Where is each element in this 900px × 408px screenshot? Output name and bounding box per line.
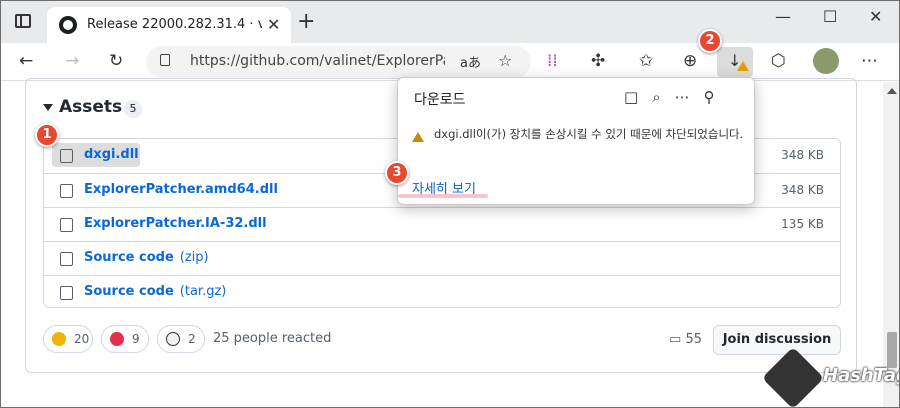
address-url[interactable]: https://github.com/valinet/ExplorerPatc.… (190, 53, 445, 69)
maximize-button[interactable]: ☐ (823, 7, 837, 26)
collapse-triangle-icon[interactable] (43, 103, 53, 111)
step-badge: 2 (698, 29, 722, 53)
new-tab-button[interactable]: + (297, 9, 315, 34)
downloads-actions: □⌕⋯⚲ (624, 88, 729, 106)
step-badge: 1 (35, 123, 59, 147)
scrollbar[interactable] (883, 82, 899, 407)
asset-link[interactable]: ExplorerPatcher.amd64.dll (84, 182, 284, 197)
package-icon (60, 184, 73, 198)
collections-icon[interactable]: ⊕ (683, 51, 697, 71)
scroll-up-icon[interactable] (887, 88, 897, 94)
address-bar[interactable]: https://github.com/valinet/ExplorerPatc.… (146, 46, 531, 78)
profile-avatar[interactable] (813, 48, 839, 74)
heart-icon (110, 332, 124, 346)
thumbs-up-icon (52, 332, 66, 346)
forward-icon[interactable]: → (65, 51, 79, 71)
asset-row[interactable]: Source code (zip) (44, 241, 840, 275)
asset-size: 135 KB (781, 217, 824, 231)
asset-link[interactable]: dxgi.dll (84, 147, 145, 162)
reaction-thumbs-up[interactable]: 20 (43, 325, 93, 353)
step-badge: 3 (385, 161, 409, 185)
downloads-button[interactable]: ↓ (717, 47, 753, 77)
more-menu-icon[interactable]: ⋯ (861, 51, 878, 71)
reaction-eyes[interactable]: 2 (157, 325, 205, 353)
eyes-icon (166, 332, 180, 346)
minimize-button[interactable]: — (775, 7, 791, 26)
back-icon[interactable]: ← (19, 51, 33, 71)
file-zip-icon (60, 252, 73, 266)
tab-close-icon[interactable]: ✕ (267, 15, 280, 34)
reaction-heart[interactable]: 9 (101, 325, 149, 353)
asset-row[interactable]: ExplorerPatcher.IA-32.dll 135 KB (44, 207, 840, 241)
downloads-popup: 다운로드 □⌕⋯⚲ dxgi.dll이(가) 장치를 손상시킬 수 있기 때문에… (397, 77, 755, 205)
warning-icon (737, 61, 749, 71)
comment-icon: ▭ (669, 332, 682, 347)
close-window-button[interactable]: ✕ (869, 7, 882, 26)
tab-bar: Release 22000.282.31.4 · valinet/ ✕ + — … (1, 1, 899, 43)
asset-size: 348 KB (781, 148, 824, 162)
blocked-message: dxgi.dll이(가) 장치를 손상시킬 수 있기 때문에 차단되었습니다. (434, 127, 744, 141)
puzzle-icon[interactable]: ✣ (591, 51, 605, 71)
assets-count: 5 (124, 100, 142, 118)
more-icon[interactable]: ⋯ (675, 88, 704, 106)
asset-link[interactable]: ExplorerPatcher.IA-32.dll (84, 216, 273, 231)
scrollbar-thumb[interactable] (887, 332, 897, 368)
reactions-summary: 25 people reacted (213, 331, 332, 346)
package-icon (60, 218, 73, 232)
extension-icon[interactable]: ⁞⁞ (547, 51, 558, 71)
warning-icon (412, 132, 424, 142)
browser-toolbar: ← → ↻ https://github.com/valinet/Explore… (1, 43, 899, 81)
downloads-title: 다운로드 (414, 92, 466, 108)
read-aloud-icon[interactable]: aあ (460, 52, 481, 71)
github-icon (59, 16, 77, 34)
search-icon[interactable]: ⌕ (652, 88, 674, 106)
more-info-link[interactable]: 자세히 보기 (412, 178, 476, 197)
asset-link[interactable]: Source code (tar.gz) (84, 284, 226, 299)
tab-actions-icon[interactable] (15, 14, 31, 28)
comments-count[interactable]: ▭ 55 (669, 332, 702, 347)
tab-title: Release 22000.282.31.4 · valinet/ (87, 17, 262, 32)
lock-icon[interactable] (160, 54, 170, 66)
active-tab[interactable]: Release 22000.282.31.4 · valinet/ ✕ (47, 7, 291, 43)
asset-link[interactable]: Source code (zip) (84, 250, 209, 265)
assets-heading[interactable]: Assets (43, 97, 122, 117)
add-favorite-icon[interactable]: ☆ (498, 51, 512, 70)
browser-window: Release 22000.282.31.4 · valinet/ ✕ + — … (0, 0, 900, 408)
favorites-icon[interactable]: ✩ (639, 51, 653, 71)
folder-icon[interactable]: □ (624, 88, 652, 106)
watermark-text: HashTag (823, 365, 899, 386)
performance-icon[interactable]: ⬡ (771, 51, 786, 71)
file-zip-icon (60, 286, 73, 300)
refresh-icon[interactable]: ↻ (109, 51, 123, 71)
join-discussion-button[interactable]: Join discussion (713, 325, 841, 355)
asset-size: 348 KB (781, 183, 824, 197)
package-icon (60, 149, 73, 163)
pin-icon[interactable]: ⚲ (704, 88, 729, 106)
asset-row[interactable]: Source code (tar.gz) (44, 275, 840, 309)
